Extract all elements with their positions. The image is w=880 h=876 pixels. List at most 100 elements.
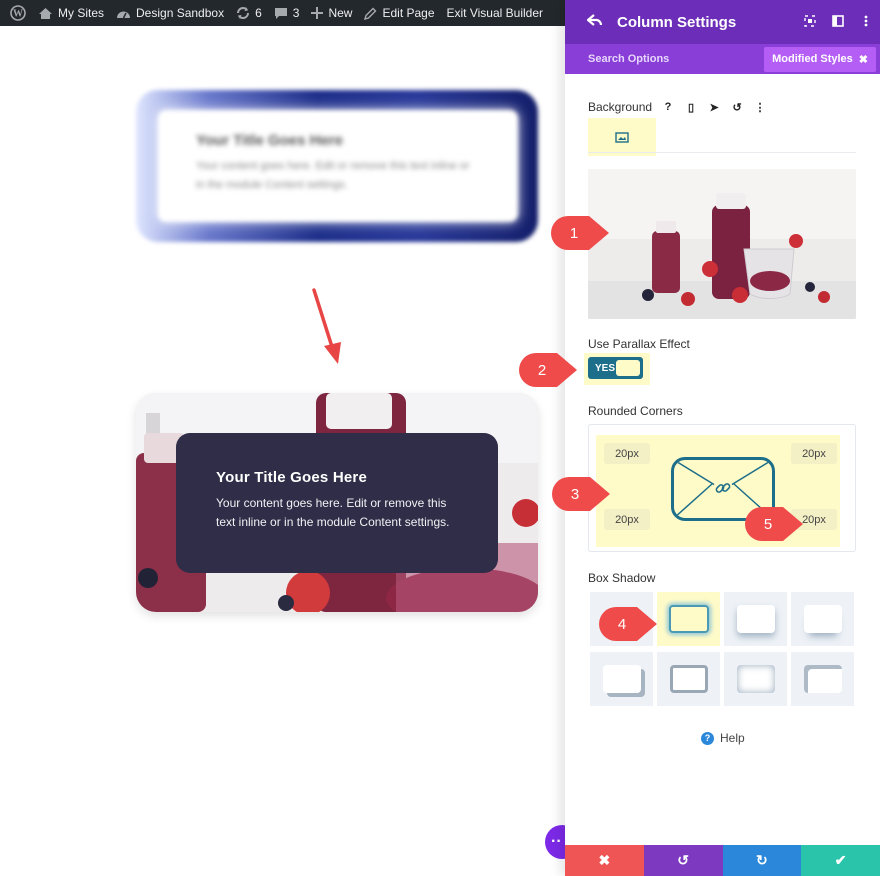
updates-count: 6 — [255, 6, 262, 20]
comments-menu[interactable]: 3 — [268, 0, 306, 26]
box-shadow-preset-5[interactable] — [657, 652, 720, 706]
site-name-menu[interactable]: Design Sandbox — [110, 0, 230, 26]
card-overlay: Your Title Goes Here Your content goes h… — [176, 433, 498, 573]
background-option-header: Background ? ▯ ➤ ↺ ⋮ — [588, 100, 767, 114]
my-sites-menu[interactable]: My Sites — [32, 0, 110, 26]
corner-top-right-input[interactable]: 20px — [791, 443, 837, 464]
panel-title: Column Settings — [617, 13, 737, 31]
parallax-toggle-highlight: YES — [584, 353, 650, 385]
pencil-icon — [364, 7, 377, 20]
box-shadow-preset-7[interactable] — [791, 652, 854, 706]
exit-visual-builder-link[interactable]: Exit Visual Builder — [441, 0, 550, 26]
box-shadow-label: Box Shadow — [588, 571, 656, 585]
dock-panel-icon[interactable] — [824, 14, 852, 30]
help-icon[interactable]: ? — [661, 100, 675, 114]
parallax-toggle[interactable]: YES — [588, 357, 643, 379]
toggle-knob — [616, 360, 640, 376]
comments-count: 3 — [292, 6, 300, 20]
help-circle-icon: ? — [701, 731, 714, 745]
callout-5: 5 — [745, 507, 803, 541]
background-image-preview[interactable] — [588, 169, 856, 319]
panel-subheader: Search Options Modified Styles ✖ — [565, 44, 880, 74]
search-options-input[interactable]: Search Options — [588, 53, 669, 65]
back-arrow-icon[interactable] — [586, 12, 617, 33]
parallax-toggle-value: YES — [595, 362, 616, 374]
blurb-module-card[interactable]: Your Title Goes Here Your content goes h… — [136, 393, 538, 612]
callout-3-number: 3 — [570, 485, 580, 503]
wordpress-icon: W — [10, 5, 26, 21]
panel-header: Column Settings — [565, 0, 880, 44]
redo-button[interactable]: ↻ — [722, 845, 802, 876]
modified-styles-label: Modified Styles — [772, 53, 853, 65]
divider — [588, 152, 856, 153]
blurred-preview-card: Your Title Goes Here Your content goes h… — [136, 90, 538, 242]
callout-5-number: 5 — [763, 515, 773, 533]
reset-icon[interactable]: ↺ — [730, 100, 744, 114]
down-arrow-icon — [312, 288, 341, 364]
blurred-preview-content: Your Title Goes Here Your content goes h… — [158, 110, 518, 222]
plus-icon — [311, 7, 324, 19]
rounded-corners-label: Rounded Corners — [588, 404, 683, 418]
callout-4: 4 — [599, 607, 657, 641]
site-name-label: Design Sandbox — [136, 6, 225, 20]
new-content-menu[interactable]: New — [305, 0, 358, 26]
responsive-icon[interactable]: ▯ — [684, 100, 698, 114]
callout-2: 2 — [519, 353, 577, 387]
background-label: Background — [588, 100, 653, 114]
card-text[interactable]: Your content goes here. Edit or remove t… — [216, 494, 458, 532]
blurred-card-title: Your Title Goes Here — [196, 132, 343, 149]
fullscreen-icon[interactable] — [796, 14, 824, 30]
callout-1: 1 — [551, 216, 609, 250]
close-icon[interactable]: ✖ — [859, 53, 868, 66]
shadow-preview-square — [669, 665, 708, 693]
link-corners-icon[interactable] — [715, 480, 731, 496]
updates-menu[interactable]: 6 — [230, 0, 268, 26]
edit-page-label: Edit Page — [382, 6, 435, 20]
my-sites-label: My Sites — [58, 6, 105, 20]
shadow-preview-square — [668, 605, 709, 633]
updates-icon — [236, 6, 250, 20]
background-image-tab[interactable] — [588, 118, 656, 156]
blurred-card-text: Your content goes here. Edit or remove t… — [196, 160, 470, 191]
box-shadow-preset-6[interactable] — [724, 652, 787, 706]
shadow-preview-square — [803, 605, 842, 633]
corner-top-left-input[interactable]: 20px — [604, 443, 650, 464]
corner-bottom-left-input[interactable]: 20px — [604, 509, 650, 530]
rounded-corners-highlight: 20px 20px 20px 20px — [596, 435, 840, 547]
callout-4-number: 4 — [617, 615, 627, 633]
hover-icon[interactable]: ➤ — [707, 100, 721, 114]
svg-text:W: W — [13, 9, 23, 20]
builder-menu-glyph: ·· — [551, 833, 562, 850]
edit-page-link[interactable]: Edit Page — [358, 0, 440, 26]
smoothie-thumbnail-image — [588, 169, 856, 319]
help-link[interactable]: ? Help — [701, 731, 745, 745]
wordpress-menu[interactable]: W — [4, 0, 32, 26]
card-title[interactable]: Your Title Goes Here — [216, 469, 458, 486]
save-button[interactable]: ✔ — [801, 845, 880, 876]
image-icon — [615, 131, 629, 143]
callout-2-number: 2 — [537, 361, 547, 379]
box-shadow-preset-1[interactable] — [657, 592, 720, 646]
new-label: New — [328, 6, 353, 20]
rounded-corners-control: 20px 20px 20px 20px — [588, 424, 856, 552]
discard-button[interactable]: ✖ — [565, 845, 644, 876]
dashboard-icon — [116, 7, 131, 20]
callout-3: 3 — [552, 477, 610, 511]
undo-button[interactable]: ↺ — [643, 845, 723, 876]
modified-styles-filter[interactable]: Modified Styles ✖ — [764, 46, 876, 72]
shadow-preview-square — [736, 665, 775, 693]
options-icon[interactable]: ⋮ — [753, 100, 767, 114]
help-label: Help — [720, 731, 745, 745]
parallax-label: Use Parallax Effect — [588, 337, 690, 351]
more-options-icon[interactable] — [852, 15, 880, 30]
box-shadow-preset-2[interactable] — [724, 592, 787, 646]
box-shadow-preset-4[interactable] — [590, 652, 653, 706]
box-shadow-preset-3[interactable] — [791, 592, 854, 646]
callout-1-number: 1 — [569, 224, 579, 242]
shadow-preview-square — [602, 665, 641, 693]
shadow-preview-square — [803, 665, 842, 693]
column-settings-panel: Column Settings Search Options Modified … — [565, 0, 880, 876]
comment-icon — [274, 7, 288, 20]
exit-visual-builder-label: Exit Visual Builder — [446, 6, 544, 20]
panel-footer: ✖ ↺ ↻ ✔ — [565, 845, 880, 876]
